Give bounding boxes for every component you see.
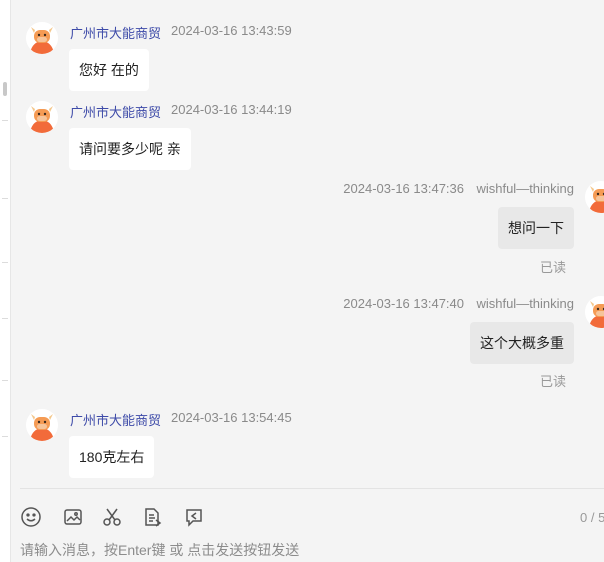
avatar[interactable] bbox=[585, 296, 604, 328]
scissors-icon[interactable] bbox=[101, 506, 123, 528]
message-bubble[interactable]: 请问要多少呢 亲 bbox=[69, 128, 191, 170]
sender-name: wishful—thinking bbox=[476, 296, 574, 311]
sender-name: 广州市大能商贸 bbox=[70, 105, 162, 120]
avatar[interactable] bbox=[26, 409, 58, 441]
message-timestamp: 2024-03-16 13:47:40 bbox=[343, 296, 464, 311]
read-status: 已读 bbox=[539, 374, 566, 389]
message-timestamp: 2024-03-16 13:44:19 bbox=[171, 102, 292, 117]
message-list[interactable]: 广州市大能商贸 2024-03-16 13:43:59 您好 在的 广州市大能商… bbox=[10, 0, 604, 488]
sender-name: 广州市大能商贸 bbox=[70, 413, 162, 428]
sender-name: 广州市大能商贸 bbox=[70, 26, 162, 41]
avatar[interactable] bbox=[26, 22, 58, 54]
message-input[interactable] bbox=[20, 540, 590, 560]
message-timestamp: 2024-03-16 13:54:45 bbox=[171, 410, 292, 425]
message-bubble[interactable]: 这个大概多重 bbox=[470, 322, 574, 364]
document-icon[interactable] bbox=[141, 506, 163, 528]
message-bubble[interactable]: 您好 在的 bbox=[69, 49, 149, 91]
character-counter: 0 / 5 bbox=[580, 510, 604, 525]
divider bbox=[2, 380, 8, 381]
cow-avatar-icon bbox=[26, 101, 58, 133]
scrollbar-thumb[interactable] bbox=[3, 82, 7, 96]
cow-avatar-icon bbox=[585, 296, 604, 328]
sender-name: wishful—thinking bbox=[476, 181, 574, 196]
emoji-icon[interactable] bbox=[20, 506, 42, 528]
divider bbox=[2, 436, 8, 437]
cow-avatar-icon bbox=[585, 181, 604, 213]
message-timestamp: 2024-03-16 13:43:59 bbox=[171, 23, 292, 38]
divider bbox=[2, 318, 8, 319]
cow-avatar-icon bbox=[26, 22, 58, 54]
message-bubble[interactable]: 180克左右 bbox=[69, 436, 155, 478]
divider bbox=[2, 120, 8, 121]
avatar[interactable] bbox=[26, 101, 58, 133]
composer-divider bbox=[20, 488, 604, 489]
read-status: 已读 bbox=[539, 260, 566, 275]
image-icon[interactable] bbox=[62, 506, 84, 528]
quick-reply-icon[interactable] bbox=[183, 506, 205, 528]
message-bubble[interactable]: 想问一下 bbox=[498, 207, 574, 249]
divider bbox=[2, 262, 8, 263]
message-timestamp: 2024-03-16 13:47:36 bbox=[343, 181, 464, 196]
avatar[interactable] bbox=[585, 181, 604, 213]
divider bbox=[2, 198, 8, 199]
cow-avatar-icon bbox=[26, 409, 58, 441]
